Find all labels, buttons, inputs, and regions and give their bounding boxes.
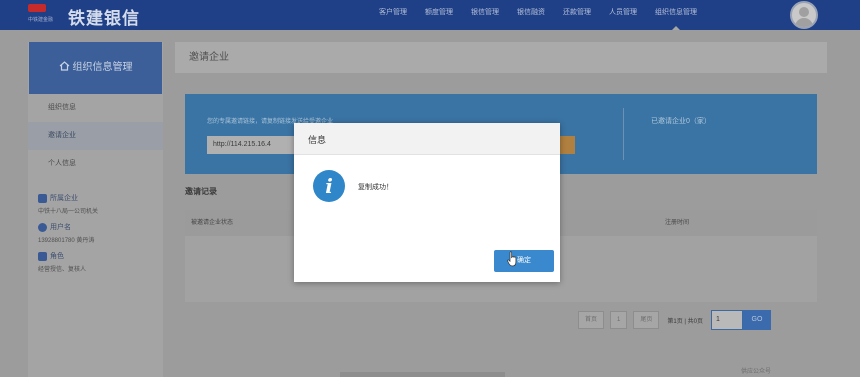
- company-info: 所属企业 中铁十八局一公司机关: [38, 192, 158, 215]
- nav-item-credit-limit[interactable]: 额度管理: [416, 0, 462, 30]
- main-nav: 客户管理 额度管理 银信管理 银信融资 还款管理 人员管理 组织信息管理: [370, 0, 706, 30]
- pagination: 首页 1 尾页 第1页 | 共0页 1 GO: [578, 310, 771, 330]
- role-value: 经营授信、复核人: [38, 267, 87, 273]
- go-button[interactable]: GO: [742, 310, 771, 330]
- company-label: 所属企业: [50, 195, 78, 202]
- records-heading: 邀请记录: [185, 187, 217, 196]
- nav-item-customers[interactable]: 客户管理: [370, 0, 416, 30]
- sidebar-item-personal-info[interactable]: 个人信息: [28, 150, 163, 178]
- brand-logo-subtitle: 中铁建金融: [28, 17, 54, 23]
- role-info: 角色 经营授信、复核人: [38, 250, 158, 273]
- home-icon: [59, 61, 69, 71]
- username-label: 用户名: [50, 224, 71, 231]
- role-label: 角色: [50, 253, 64, 260]
- avatar-body-shape: [795, 18, 813, 27]
- last-page-button[interactable]: 尾页: [633, 311, 660, 329]
- copy-link-button[interactable]: [559, 136, 575, 154]
- nav-item-org-info[interactable]: 组织信息管理: [646, 0, 706, 30]
- sidebar: 组织信息管理 组织信息 邀请企业 个人信息 所属企业 中铁十八局一公司机关 用户…: [28, 42, 163, 377]
- avatar-head-shape: [799, 7, 809, 17]
- info-icon: i: [313, 170, 345, 202]
- sidebar-item-invite-company[interactable]: 邀请企业: [28, 122, 163, 150]
- dialog-header: 信息: [294, 123, 560, 155]
- company-label-row: 所属企业: [38, 192, 158, 204]
- page-jump-input[interactable]: 1: [710, 310, 743, 330]
- sidebar-item-org-info[interactable]: 组织信息: [28, 94, 163, 122]
- dialog-title: 信息: [308, 135, 327, 145]
- building-icon: [38, 193, 47, 203]
- username-value: 13928801780 黄丹涛: [38, 238, 95, 244]
- info-dialog: 信息 i 复制成功！ 确定: [294, 123, 560, 282]
- footer-bar: [340, 372, 505, 377]
- brand-logo: 中铁建金融: [22, 2, 66, 26]
- nav-item-repayment[interactable]: 还款管理: [554, 0, 600, 30]
- account-info: 所属企业 中铁十八局一公司机关 用户名 13928801780 黄丹涛 角色 经…: [38, 192, 158, 279]
- company-value: 中铁十八局一公司机关: [38, 209, 99, 215]
- nav-item-credit[interactable]: 银信管理: [462, 0, 508, 30]
- invited-count: 已邀请企业0（家）: [651, 118, 711, 125]
- nav-item-staff[interactable]: 人员管理: [600, 0, 646, 30]
- footer-link[interactable]: 供应公众号: [741, 366, 771, 375]
- sidebar-menu: 组织信息 邀请企业 个人信息: [28, 94, 163, 178]
- page-number-button[interactable]: 1: [610, 311, 628, 329]
- app-title: 铁建银信: [68, 9, 140, 28]
- hand-cursor-icon: [507, 251, 517, 267]
- user-icon: [38, 222, 47, 232]
- confirm-button[interactable]: 确定: [494, 250, 554, 272]
- role-icon: [38, 251, 47, 261]
- nav-item-financing[interactable]: 银信融资: [508, 0, 554, 30]
- top-navbar: 中铁建金融 铁建银信 客户管理 额度管理 银信管理 银信融资 还款管理 人员管理…: [0, 0, 860, 30]
- brand-logo-mark: [28, 4, 46, 12]
- sidebar-heading: 组织信息管理: [29, 42, 162, 94]
- username-info: 用户名 13928801780 黄丹涛: [38, 221, 158, 244]
- sidebar-heading-label: 组织信息管理: [72, 62, 133, 73]
- dialog-message: 复制成功！: [358, 184, 393, 191]
- username-label-row: 用户名: [38, 221, 158, 233]
- first-page-button[interactable]: 首页: [578, 311, 605, 329]
- user-avatar[interactable]: [790, 1, 818, 29]
- column-header-status: 被邀请企业状态: [191, 220, 234, 226]
- banner-divider: [623, 108, 624, 160]
- page-title: 邀请企业: [175, 42, 827, 73]
- column-header-register-time: 注册时间: [665, 220, 690, 226]
- role-label-row: 角色: [38, 250, 158, 262]
- page-info: 第1页 | 共0页: [667, 318, 703, 325]
